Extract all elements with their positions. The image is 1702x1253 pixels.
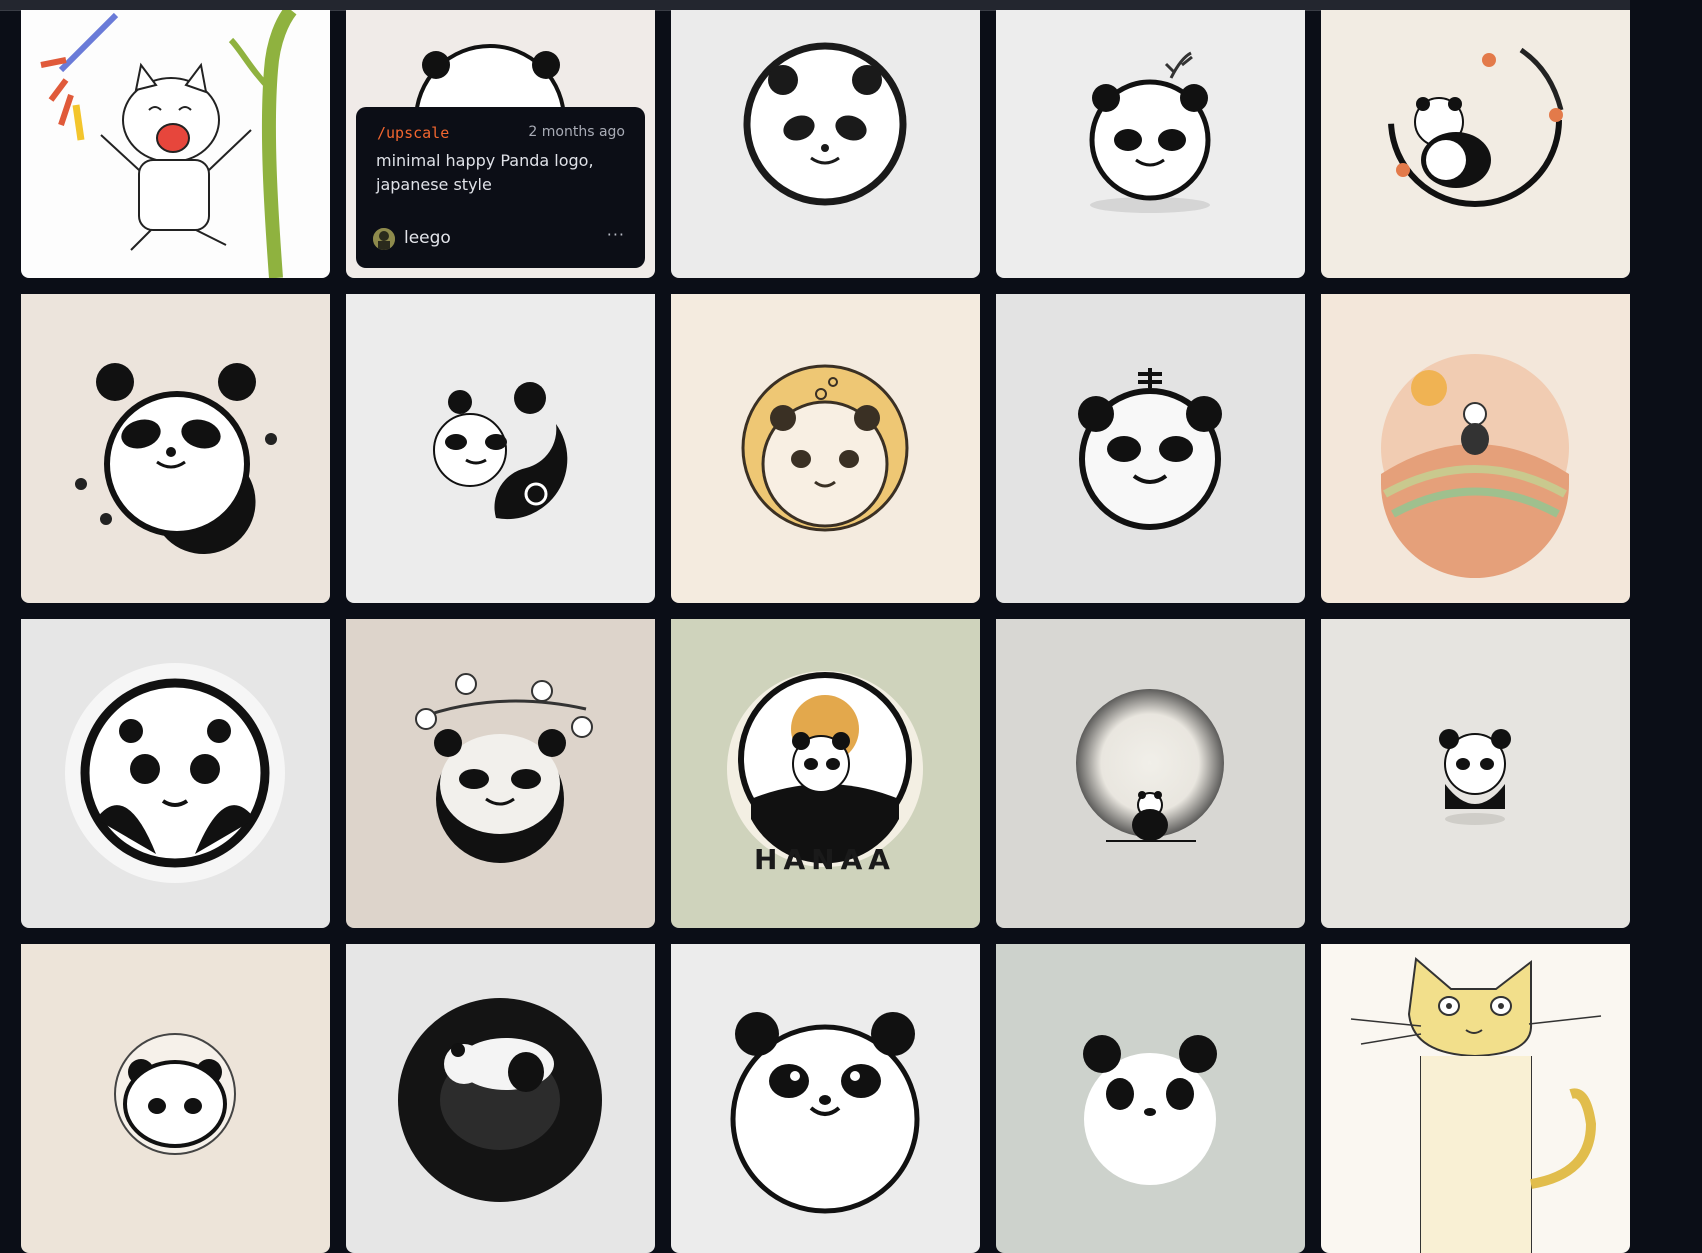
panda-sitting-small-image <box>1321 619 1630 928</box>
yellow-cat-sketch-image <box>1321 944 1630 1253</box>
image-tile-panda-flowers[interactable] <box>21 294 330 603</box>
panda-cross-hat-image <box>996 294 1305 603</box>
panda-yin-yang-image <box>346 294 655 603</box>
image-info-card[interactable]: /upscale 2 months ago minimal happy Pand… <box>356 107 645 268</box>
image-tile-panda-sprout[interactable] <box>996 10 1305 278</box>
image-tile-panda-face-sage[interactable] <box>996 944 1305 1253</box>
image-tile-yellow-cat-sketch[interactable] <box>1321 944 1630 1253</box>
image-tile-panda-big-circle[interactable] <box>21 619 330 928</box>
prompt-text[interactable]: minimal happy Panda logo, japanese style <box>376 149 626 197</box>
image-tile-panda-sunset-hills[interactable] <box>1321 294 1630 603</box>
command-label: /upscale <box>377 124 450 142</box>
image-tile-panda-in-circle[interactable] <box>21 944 330 1253</box>
image-tile-panda-cherry-blossoms[interactable] <box>346 619 655 928</box>
avatar[interactable] <box>373 228 395 250</box>
panda-flowers-image <box>21 294 330 603</box>
panda-face-sage-image <box>996 944 1305 1253</box>
panda-black-circle-image <box>346 944 655 1253</box>
image-tile-panda-sitting-small[interactable] <box>1321 619 1630 928</box>
image-tile-cat-doodle[interactable] <box>21 10 330 278</box>
panda-face-large-image <box>671 944 980 1253</box>
image-tile-panda-yin-yang[interactable] <box>346 294 655 603</box>
ellipsis-icon[interactable]: ··· <box>607 225 625 244</box>
username[interactable]: leego <box>404 228 451 248</box>
panda-hanaa-badge-image: HANAA <box>671 619 980 928</box>
svg-text:HANAA: HANAA <box>754 843 896 876</box>
cat-doodle-image <box>21 10 330 278</box>
panda-sprout-image <box>996 10 1305 278</box>
timestamp: 2 months ago <box>528 124 625 140</box>
image-tile-panda-circle-logo[interactable] <box>671 10 980 278</box>
image-tile-panda-face-large[interactable] <box>671 944 980 1253</box>
panda-big-circle-image <box>21 619 330 928</box>
panda-yellow-bubble-image <box>671 294 980 603</box>
image-tile-panda-hanaa-badge[interactable]: HANAA <box>671 619 980 928</box>
panda-gradient-moon-image <box>996 619 1305 928</box>
panda-sunset-hills-image <box>1321 294 1630 603</box>
image-grid: HANAA <box>21 10 1630 1253</box>
image-tile-panda-cross-hat[interactable] <box>996 294 1305 603</box>
panda-cherry-blossoms-image <box>346 619 655 928</box>
image-tile-panda-gradient-moon[interactable] <box>996 619 1305 928</box>
image-tile-panda-cherry-ring[interactable] <box>1321 10 1630 278</box>
panda-circle-image <box>671 10 980 278</box>
panda-cherry-ring-image <box>1321 10 1630 278</box>
panda-in-circle-image <box>21 944 330 1253</box>
image-tile-panda-black-circle[interactable] <box>346 944 655 1253</box>
image-tile-panda-yellow-bubble[interactable] <box>671 294 980 603</box>
